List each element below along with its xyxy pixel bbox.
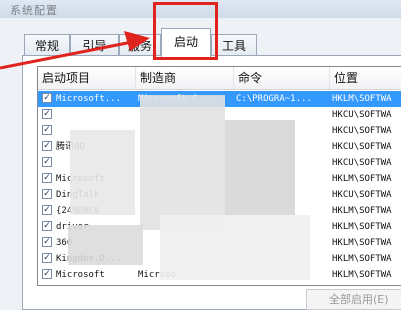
- annotation-arrow: [0, 31, 150, 70]
